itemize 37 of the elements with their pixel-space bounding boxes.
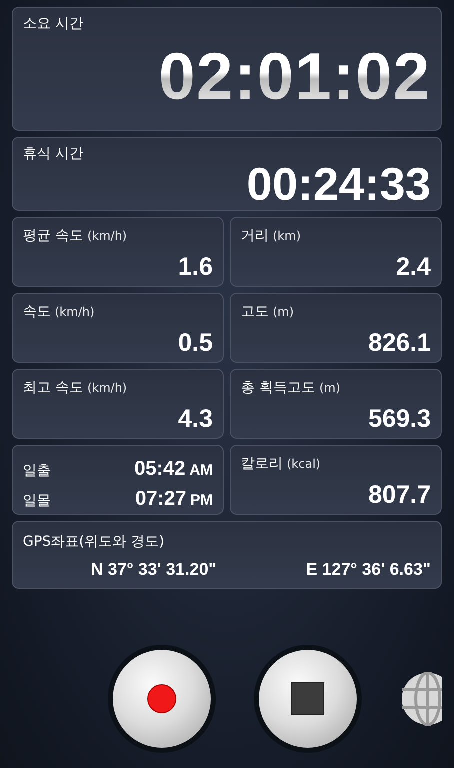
record-icon [148,684,176,714]
stat-value: 1.6 [177,255,213,280]
unit-label: (kcal) [287,456,321,473]
unit-label: (km) [273,228,302,245]
stat-label: 거리 [241,227,269,246]
panel-label: 휴식 시간 [23,145,84,164]
sun-label: 일출 [23,462,51,481]
stat-value: 0.5 [177,331,213,356]
globe-icon [402,672,442,726]
stop-icon [292,682,324,716]
gps-label: GPS좌표(위도와 경도) [23,533,166,552]
latitude: N 37° 33' 31.20" [91,559,217,581]
unit-label: (m) [273,304,294,321]
rest-time: 00:24:33 [246,161,431,207]
stat-label: 속도 [23,303,51,322]
calorie-value: 807.7 [367,483,431,508]
stat-value: 569.3 [367,407,431,432]
unit-label: (km/h) [87,380,128,397]
unit-label: (km/h) [55,304,95,321]
stat-label: 총 획득고도 [241,379,316,398]
longitude: E 127° 36' 6.63" [306,559,431,581]
stat-label: 칼로리 [241,455,283,474]
stat-label: 최고 속도 [23,379,84,398]
stat-label: 평균 속도 [23,227,84,246]
sun-time: 05:42 [134,457,186,482]
sun-label: 일몰 [23,492,51,511]
globe-button[interactable] [400,672,442,726]
stat-value: 2.4 [395,255,431,280]
stat-label: 고도 [241,303,269,322]
sun-time: 07:27 [135,487,186,512]
stat-value: 826.1 [367,331,431,356]
stat-value: 4.3 [177,407,213,432]
unit-label: (km/h) [87,228,128,245]
am-pm-label: PM [190,491,213,511]
unit-label: (m) [319,380,341,397]
am-pm-label: AM [190,461,213,481]
panel-label: 소요 시간 [23,15,84,34]
